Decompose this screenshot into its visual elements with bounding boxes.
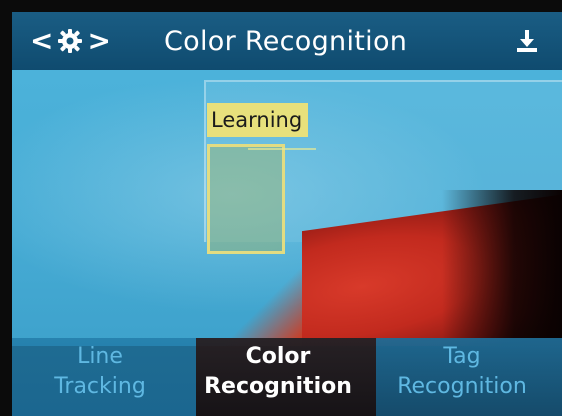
download-icon[interactable]	[514, 28, 540, 54]
tab-label: Recognition	[204, 374, 352, 399]
tab-label: Recognition	[397, 374, 527, 399]
page-title: Color Recognition	[164, 26, 408, 57]
tab-line-tracking[interactable]: Line Tracking	[40, 342, 160, 402]
learning-label: Learning	[207, 103, 309, 137]
chevron-left-icon[interactable]: <	[30, 27, 53, 55]
chevron-right-icon[interactable]: >	[87, 27, 110, 55]
crosshair-line	[248, 148, 316, 150]
tab-tag-recognition[interactable]: Tag Recognition	[372, 342, 552, 402]
device-screen: Learning < > Color Recognition Line Trac…	[0, 0, 562, 416]
gear-icon[interactable]	[57, 28, 83, 54]
tab-label: Tag	[443, 344, 481, 369]
function-switcher[interactable]: < >	[30, 22, 111, 60]
header-bar: < > Color Recognition	[12, 12, 562, 70]
tab-label: Tracking	[54, 374, 146, 399]
dark-region	[442, 190, 562, 346]
learning-frame	[207, 144, 285, 254]
tab-label: Line	[77, 344, 123, 369]
tab-label: Color	[245, 344, 311, 369]
tab-color-recognition[interactable]: Color Recognition	[188, 342, 368, 402]
